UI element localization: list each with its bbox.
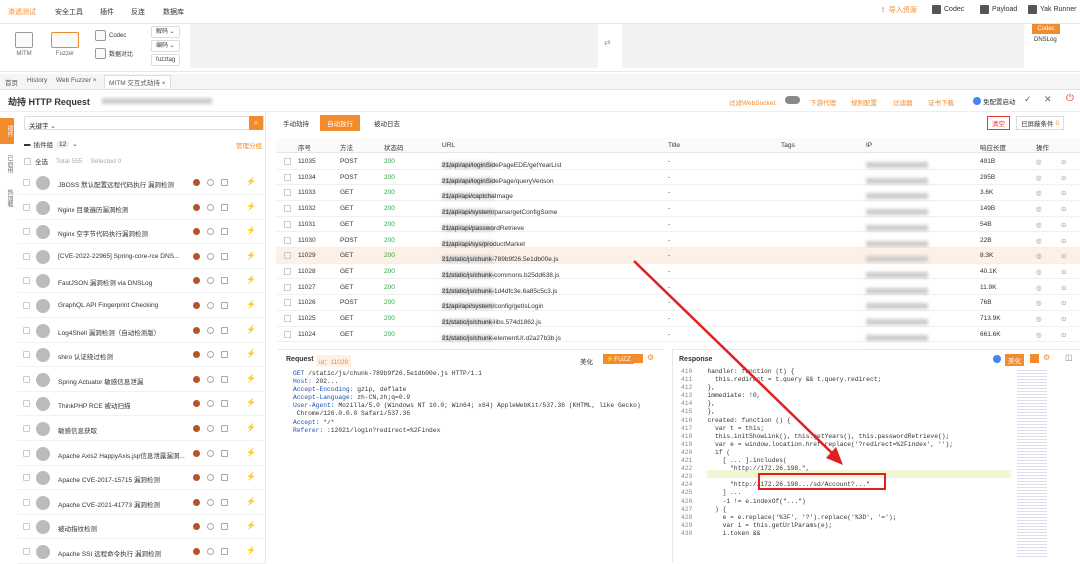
arrow-line [633,260,835,456]
annotation-arrow [633,260,843,465]
